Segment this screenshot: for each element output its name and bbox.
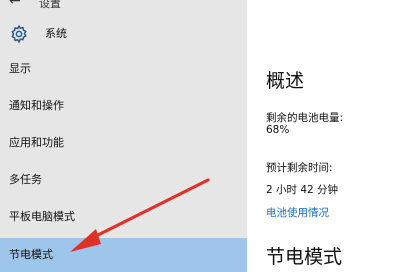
back-arrow-icon[interactable]: ←: [9, 0, 21, 9]
sidebar-item-tablet-mode[interactable]: 平板电脑模式: [0, 200, 247, 234]
overview-heading: 概述: [266, 70, 305, 92]
sidebar-item-multitasking[interactable]: 多任务: [0, 163, 247, 197]
title-bar: ← 设置: [0, 0, 247, 16]
window-title: 设置: [39, 0, 61, 10]
time-remaining-label: 预计剩余时间:: [266, 162, 333, 174]
gear-icon: [11, 24, 27, 44]
battery-remaining-label: 剩余的电池电量:: [266, 112, 344, 124]
battery-usage-link[interactable]: 电池使用情况: [266, 205, 329, 220]
sidebar-item-display[interactable]: 显示: [0, 52, 247, 86]
sidebar-item-battery-saver[interactable]: 节电模式: [0, 238, 247, 272]
sidebar: ← 设置 系统 显示 通知和操作 应用和功能 多任务 平板电脑模式 节电模式: [0, 0, 247, 272]
main-content: 概述 剩余的电池电量: 68% 预计剩余时间: 2 小时 42 分钟 电池使用情…: [247, 0, 400, 268]
battery-remaining-value: 68%: [266, 124, 290, 136]
section-header: 系统: [0, 20, 247, 48]
time-remaining-value: 2 小时 42 分钟: [266, 184, 339, 196]
sidebar-item-apps-features[interactable]: 应用和功能: [0, 126, 247, 160]
battery-saver-heading: 节电模式: [266, 246, 343, 268]
section-title: 系统: [45, 27, 67, 40]
sidebar-item-notifications[interactable]: 通知和操作: [0, 89, 247, 123]
